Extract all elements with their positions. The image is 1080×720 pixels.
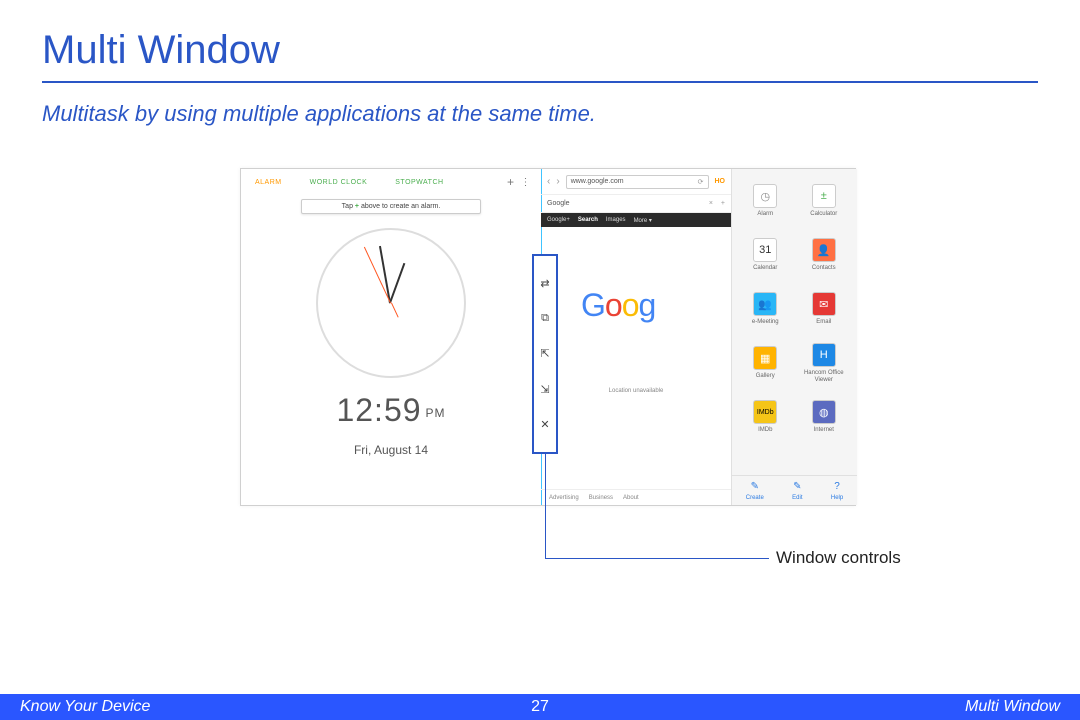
- app-icon: ◷: [753, 184, 777, 208]
- tray-app-contacts[interactable]: 👤 Contacts: [795, 229, 854, 281]
- help-icon: ?: [831, 481, 843, 493]
- page-subtitle: Multitask by using multiple applications…: [0, 83, 1080, 127]
- gnav-item[interactable]: More ▾: [634, 217, 652, 224]
- footer-page: 27: [531, 698, 549, 716]
- tray-app-internet[interactable]: ◍ Internet: [795, 391, 854, 443]
- app-label: Alarm: [757, 211, 773, 218]
- app-label: e-Meeting: [752, 319, 779, 326]
- google-logo: Goog: [581, 287, 731, 324]
- minute-hand: [379, 246, 391, 303]
- app-label: Calculator: [810, 211, 837, 218]
- app-icon: ◍: [812, 400, 836, 424]
- page-footer: Know Your Device 27 Multi Window: [0, 694, 1080, 720]
- clock-date: Fri, August 14: [241, 443, 541, 457]
- tray-app-email[interactable]: ✉ Email: [795, 283, 854, 335]
- tray-footer: ✎ Create ✎ Edit? Help: [732, 475, 857, 505]
- multiwindow-tray: ◷ Alarm ± Calculator 31 Calendar 👤 Contacts 👥 e-M…: [731, 169, 857, 505]
- gnav-item[interactable]: Search: [578, 217, 598, 223]
- gnav-item[interactable]: Images: [606, 217, 626, 223]
- callout-line-v: [545, 454, 546, 558]
- app-icon: ✉: [812, 292, 836, 316]
- app-icon: 31: [753, 238, 777, 262]
- close-icon[interactable]: ✕: [538, 417, 552, 431]
- app-icon: ±: [812, 184, 836, 208]
- browser-pane: ‹ › www.google.com⟳ HO Google × + Google…: [541, 169, 731, 505]
- tray-app-gallery[interactable]: ▦ Gallery: [736, 337, 795, 389]
- bf-link[interactable]: About: [623, 495, 639, 501]
- footer-left: Know Your Device: [0, 698, 150, 716]
- tray-app-alarm[interactable]: ◷ Alarm: [736, 175, 795, 227]
- app-label: IMDb: [758, 427, 772, 434]
- tray-create-button[interactable]: ✎ Create: [746, 481, 764, 501]
- clock-app-pane: ALARM WORLD CLOCK STOPWATCH + ⋮ Tap + ab…: [241, 169, 541, 505]
- tray-app-imdb[interactable]: IMDb IMDb: [736, 391, 795, 443]
- tab-stopwatch[interactable]: STOPWATCH: [381, 179, 457, 186]
- app-icon: 👥: [753, 292, 777, 316]
- tray-foot-label: Help: [831, 495, 843, 501]
- clock-time: 12:59PM: [241, 392, 541, 429]
- expand-icon[interactable]: ⇲: [538, 382, 552, 396]
- tray-app-e-meeting[interactable]: 👥 e-Meeting: [736, 283, 795, 335]
- app-label: Contacts: [812, 265, 836, 272]
- second-stub: [391, 303, 399, 318]
- swap-icon[interactable]: ⇄: [538, 277, 552, 291]
- tray-foot-label: Edit: [792, 495, 802, 501]
- app-icon: 👤: [812, 238, 836, 262]
- app-label: Email: [816, 319, 831, 326]
- google-nav: Google+ Search Images More ▾: [541, 213, 731, 227]
- close-tab-icon[interactable]: ×: [709, 200, 713, 207]
- callout-label: Window controls: [776, 548, 901, 568]
- back-icon[interactable]: ‹: [547, 176, 550, 187]
- tray-help-button[interactable]: ? Help: [831, 481, 843, 501]
- page-title: Multi Window: [0, 0, 1080, 81]
- tab-alarm[interactable]: ALARM: [241, 179, 296, 186]
- drag-content-icon[interactable]: ⧉: [538, 312, 552, 326]
- app-icon: IMDb: [753, 400, 777, 424]
- tray-app-hancom-office-viewer[interactable]: H Hancom Office Viewer: [795, 337, 854, 389]
- tab-world-clock[interactable]: WORLD CLOCK: [296, 179, 382, 186]
- tray-edit-button[interactable]: ✎ Edit: [791, 481, 803, 501]
- window-controls[interactable]: ⇄ ⧉ ⇱ ⇲ ✕: [532, 254, 558, 454]
- app-icon: ▦: [753, 346, 777, 370]
- url-field[interactable]: www.google.com⟳: [566, 175, 709, 189]
- app-label: Calendar: [753, 265, 777, 272]
- create-icon: ✎: [749, 481, 761, 493]
- browser-tab[interactable]: Google × +: [541, 195, 731, 213]
- alarm-tooltip: Tap + above to create an alarm.: [301, 199, 481, 214]
- app-label: Gallery: [756, 373, 775, 380]
- tray-app-calculator[interactable]: ± Calculator: [795, 175, 854, 227]
- callout-line-h: [545, 558, 769, 559]
- location-text: Location unavailable: [541, 388, 731, 394]
- second-hand: [364, 247, 391, 304]
- clock-face: [316, 228, 466, 378]
- add-icon[interactable]: +: [507, 175, 521, 189]
- clock-tabs: ALARM WORLD CLOCK STOPWATCH + ⋮: [241, 169, 541, 195]
- tray-app-calendar[interactable]: 31 Calendar: [736, 229, 795, 281]
- edit-icon: ✎: [791, 481, 803, 493]
- gnav-item[interactable]: Google+: [547, 217, 570, 223]
- browser-footer: Advertising Business About: [541, 489, 731, 505]
- forward-icon[interactable]: ›: [556, 176, 559, 187]
- footer-right: Multi Window: [965, 698, 1080, 716]
- app-label: Hancom Office Viewer: [795, 370, 854, 383]
- hour-hand: [389, 263, 405, 303]
- home-label[interactable]: HO: [715, 178, 726, 185]
- tray-foot-label: Create: [746, 495, 764, 501]
- app-icon: H: [812, 343, 836, 367]
- more-icon[interactable]: ⋮: [521, 177, 542, 188]
- bf-link[interactable]: Advertising: [549, 495, 579, 501]
- shrink-icon[interactable]: ⇱: [538, 347, 552, 361]
- reload-icon[interactable]: ⟳: [698, 178, 704, 186]
- browser-toolbar: ‹ › www.google.com⟳ HO: [541, 169, 731, 195]
- bf-link[interactable]: Business: [589, 495, 613, 501]
- app-label: Internet: [814, 427, 834, 434]
- new-tab-icon[interactable]: +: [721, 200, 725, 207]
